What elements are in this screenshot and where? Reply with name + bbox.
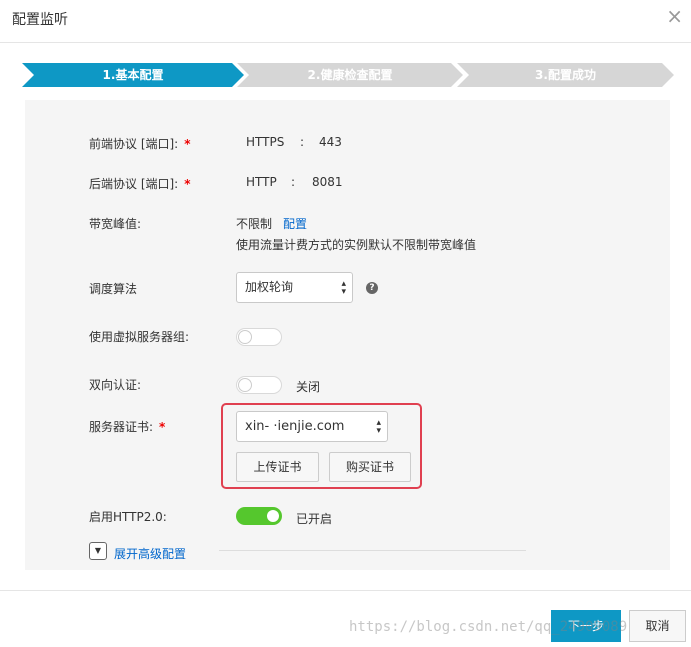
- certificate-select[interactable]: xin- ·ienjie.com ▴ ▾: [236, 411, 388, 442]
- dialog-header: 配置监听 ×: [0, 0, 691, 43]
- frontend-separator: :: [300, 135, 305, 149]
- select-arrows-icon: ▴ ▾: [341, 278, 346, 297]
- step-basic-config: 1.基本配置: [22, 63, 244, 87]
- http2-status: 已开启: [296, 512, 333, 526]
- select-arrows-icon: ▴ ▾: [376, 417, 381, 436]
- backend-protocol-value: HTTP: [246, 175, 277, 189]
- upload-certificate-button[interactable]: 上传证书: [236, 452, 319, 482]
- vserver-group-toggle[interactable]: [236, 328, 282, 346]
- mutual-auth-label: 双向认证:: [89, 378, 142, 392]
- cancel-button[interactable]: 取消: [629, 610, 686, 642]
- backend-separator: :: [291, 175, 296, 189]
- http2-toggle[interactable]: [236, 507, 282, 525]
- algorithm-selected: 加权轮询: [245, 280, 294, 294]
- backend-protocol-label: 后端协议 [端口]: *: [89, 175, 191, 192]
- close-icon[interactable]: ×: [666, 6, 683, 26]
- step-success: 3.配置成功: [457, 63, 674, 87]
- divider: [219, 550, 526, 551]
- certificate-label-text: 服务器证书:: [89, 420, 154, 434]
- step-health-check: 2.健康检查配置: [237, 63, 463, 87]
- buy-certificate-button[interactable]: 购买证书: [329, 452, 411, 482]
- backend-label-text: 后端协议 [端口]:: [89, 177, 179, 191]
- chevron-down-icon[interactable]: ▼: [89, 542, 107, 560]
- required-mark: *: [184, 177, 191, 191]
- help-icon[interactable]: ?: [366, 282, 378, 294]
- bandwidth-label: 带宽峰值:: [89, 217, 142, 231]
- mutual-auth-toggle[interactable]: [236, 376, 282, 394]
- http2-label: 启用HTTP2.0:: [89, 510, 167, 524]
- certificate-selected: xin- ·ienjie.com: [245, 419, 345, 434]
- backend-port-value: 8081: [312, 175, 343, 189]
- toggle-knob: [267, 510, 279, 522]
- frontend-protocol-label: 前端协议 [端口]: *: [89, 135, 191, 152]
- frontend-protocol-value: HTTPS: [246, 135, 285, 149]
- expand-advanced-link[interactable]: 展开高级配置: [114, 545, 186, 562]
- vserver-group-label: 使用虚拟服务器组:: [89, 330, 190, 344]
- watermark: https://blog.csdn.net/qq_24909089: [349, 619, 628, 635]
- bandwidth-value: 不限制: [236, 217, 273, 231]
- mutual-auth-status: 关闭: [296, 380, 321, 394]
- toggle-knob: [238, 330, 252, 344]
- bandwidth-note: 使用流量计费方式的实例默认不限制带宽峰值: [236, 238, 477, 252]
- required-mark: *: [184, 137, 191, 151]
- algorithm-label: 调度算法: [89, 282, 138, 296]
- footer-divider: [0, 590, 691, 591]
- certificate-label: 服务器证书: *: [89, 418, 165, 435]
- wizard-steps: 1.基本配置 2.健康检查配置 3.配置成功: [22, 63, 674, 87]
- toggle-knob: [238, 378, 252, 392]
- frontend-label-text: 前端协议 [端口]:: [89, 137, 179, 151]
- required-mark: *: [159, 420, 166, 434]
- algorithm-select[interactable]: 加权轮询 ▴ ▾: [236, 272, 353, 303]
- bandwidth-config-link[interactable]: 配置: [283, 215, 307, 232]
- dialog-title: 配置监听: [12, 12, 68, 28]
- frontend-port-value: 443: [319, 135, 342, 149]
